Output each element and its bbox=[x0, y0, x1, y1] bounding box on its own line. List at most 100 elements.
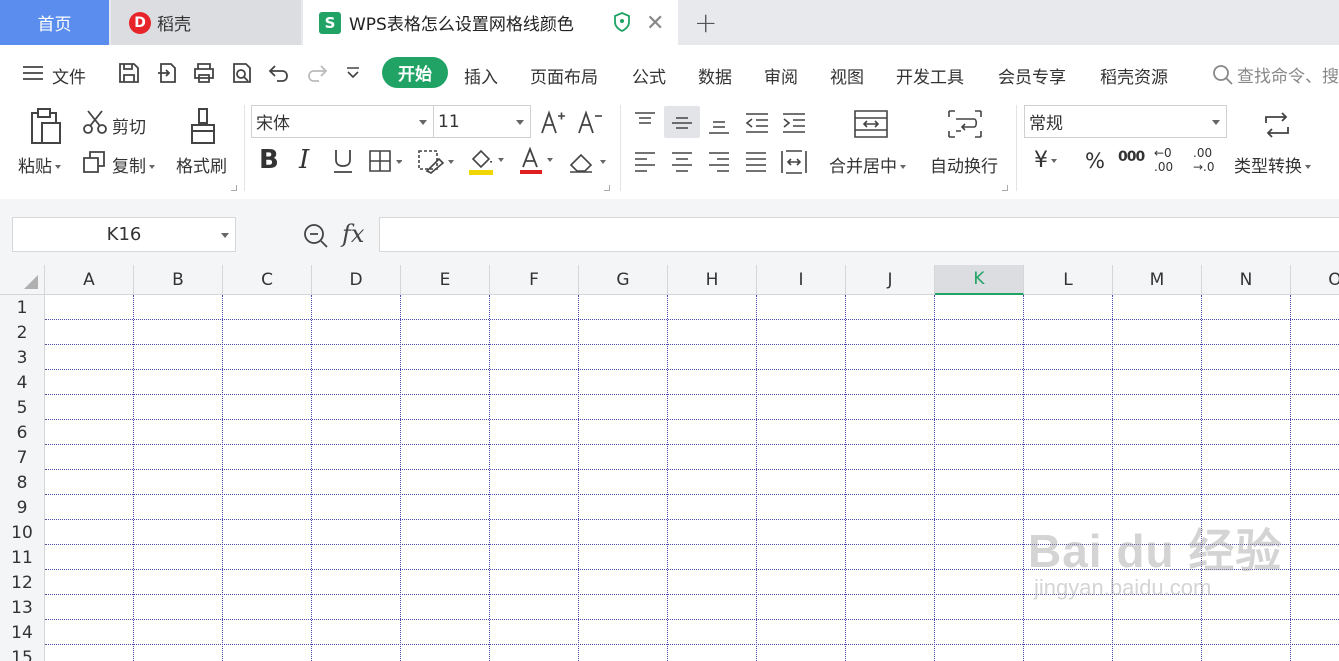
type-convert-dropdown-icon[interactable] bbox=[1305, 165, 1311, 169]
bold-icon[interactable]: B bbox=[259, 145, 279, 175]
align-center-icon[interactable] bbox=[670, 151, 694, 173]
redo-icon[interactable] bbox=[305, 61, 329, 85]
export-pdf-icon[interactable] bbox=[156, 61, 180, 85]
column-header-b[interactable]: B bbox=[134, 265, 223, 295]
print-preview-icon[interactable] bbox=[230, 61, 254, 85]
wrap-text-button[interactable]: 自动换行 bbox=[930, 152, 998, 177]
row-header-1[interactable]: 1 bbox=[0, 295, 45, 320]
row-header-5[interactable]: 5 bbox=[0, 395, 45, 420]
underline-icon[interactable] bbox=[331, 148, 355, 174]
column-header-k[interactable]: K bbox=[935, 265, 1024, 295]
menu-formulas[interactable]: 公式 bbox=[632, 63, 666, 88]
percent-icon[interactable]: % bbox=[1085, 149, 1105, 173]
alignment-group-launcher[interactable] bbox=[1002, 185, 1008, 191]
menu-view[interactable]: 视图 bbox=[830, 63, 864, 88]
menu-insert[interactable]: 插入 bbox=[464, 63, 498, 88]
column-header-g[interactable]: G bbox=[579, 265, 668, 295]
column-header-l[interactable]: L bbox=[1024, 265, 1113, 295]
menu-file[interactable]: 文件 bbox=[52, 63, 86, 88]
number-format-select[interactable]: 常规 bbox=[1024, 105, 1227, 138]
borders-icon[interactable] bbox=[368, 149, 402, 173]
name-box-caret-icon[interactable] bbox=[221, 233, 229, 238]
decrease-decimal-icon[interactable]: .00 →.0 bbox=[1193, 146, 1227, 174]
type-convert-button[interactable]: 类型转换 bbox=[1234, 152, 1311, 177]
row-header-3[interactable]: 3 bbox=[0, 345, 45, 370]
format-painter-icon[interactable] bbox=[188, 107, 218, 145]
column-header-n[interactable]: N bbox=[1202, 265, 1291, 295]
paste-button[interactable]: 粘贴 bbox=[18, 152, 61, 177]
align-right-icon[interactable] bbox=[707, 151, 731, 173]
name-box[interactable]: K16 bbox=[12, 217, 236, 252]
font-name-select[interactable]: 宋体 bbox=[251, 105, 434, 138]
align-middle-button[interactable] bbox=[664, 106, 700, 138]
merge-center-icon[interactable] bbox=[853, 109, 889, 139]
copy-icon[interactable] bbox=[82, 150, 106, 174]
zoom-icon[interactable] bbox=[303, 223, 329, 249]
menu-docer-resources[interactable]: 稻壳资源 bbox=[1100, 63, 1168, 88]
column-header-m[interactable]: M bbox=[1113, 265, 1202, 295]
menu-review[interactable]: 审阅 bbox=[764, 63, 798, 88]
merge-center-dropdown-icon[interactable] bbox=[900, 165, 906, 169]
font-color-icon[interactable] bbox=[518, 147, 558, 177]
row-header-13[interactable]: 13 bbox=[0, 595, 45, 620]
paste-dropdown-icon[interactable] bbox=[55, 165, 61, 169]
column-header-e[interactable]: E bbox=[401, 265, 490, 295]
font-size-select[interactable]: 11 bbox=[433, 105, 531, 138]
menu-page-layout[interactable]: 页面布局 bbox=[530, 63, 598, 88]
thousands-separator-icon[interactable]: 000 bbox=[1118, 149, 1145, 165]
fill-color-icon[interactable] bbox=[467, 147, 507, 177]
copy-button[interactable]: 复制 bbox=[112, 152, 155, 177]
cell-style-icon[interactable] bbox=[417, 149, 455, 175]
align-top-icon[interactable] bbox=[633, 111, 657, 133]
column-header-c[interactable]: C bbox=[223, 265, 312, 295]
font-group-launcher[interactable] bbox=[604, 185, 610, 191]
align-bottom-icon[interactable] bbox=[707, 113, 731, 135]
decrease-font-size-icon[interactable] bbox=[577, 109, 603, 135]
tab-docer[interactable]: D 稻壳 bbox=[111, 0, 301, 45]
row-header-6[interactable]: 6 bbox=[0, 420, 45, 445]
undo-icon[interactable] bbox=[267, 61, 291, 85]
row-header-12[interactable]: 12 bbox=[0, 570, 45, 595]
wrap-text-icon[interactable] bbox=[947, 109, 983, 139]
row-header-2[interactable]: 2 bbox=[0, 320, 45, 345]
column-header-f[interactable]: F bbox=[490, 265, 579, 295]
currency-button[interactable]: ¥ bbox=[1034, 148, 1057, 173]
row-header-7[interactable]: 7 bbox=[0, 445, 45, 470]
row-header-14[interactable]: 14 bbox=[0, 620, 45, 645]
clear-format-icon[interactable] bbox=[567, 149, 609, 175]
decrease-indent-icon[interactable] bbox=[744, 112, 770, 134]
row-header-9[interactable]: 9 bbox=[0, 495, 45, 520]
row-header-11[interactable]: 11 bbox=[0, 545, 45, 570]
save-icon[interactable] bbox=[117, 61, 141, 85]
distributed-align-icon[interactable] bbox=[780, 149, 808, 175]
new-tab-button[interactable]: + bbox=[694, 6, 717, 39]
row-header-4[interactable]: 4 bbox=[0, 370, 45, 395]
row-header-10[interactable]: 10 bbox=[0, 520, 45, 545]
formula-input[interactable] bbox=[379, 217, 1339, 252]
column-header-h[interactable]: H bbox=[668, 265, 757, 295]
select-all-button[interactable] bbox=[0, 265, 45, 295]
cut-button[interactable]: 剪切 bbox=[112, 113, 146, 138]
column-header-a[interactable]: A bbox=[45, 265, 134, 295]
format-painter-button[interactable]: 格式刷 bbox=[176, 152, 227, 177]
menu-data[interactable]: 数据 bbox=[698, 63, 732, 88]
column-header-i[interactable]: I bbox=[757, 265, 846, 295]
fx-icon[interactable]: fx bbox=[342, 220, 364, 248]
currency-dropdown-icon[interactable] bbox=[1051, 159, 1057, 163]
clipboard-group-launcher[interactable] bbox=[231, 185, 237, 191]
increase-indent-icon[interactable] bbox=[781, 112, 807, 134]
tab-active-document[interactable]: S WPS表格怎么设置网格线颜色 ✕ bbox=[303, 0, 678, 45]
close-tab-icon[interactable]: ✕ bbox=[646, 11, 664, 36]
column-header-d[interactable]: D bbox=[312, 265, 401, 295]
merge-center-button[interactable]: 合并居中 bbox=[829, 152, 906, 177]
customize-toolbar-icon[interactable] bbox=[345, 67, 361, 79]
command-search[interactable]: 查找命令、搜 bbox=[1212, 62, 1339, 87]
menu-member-exclusive[interactable]: 会员专享 bbox=[998, 63, 1066, 88]
row-header-15[interactable]: 15 bbox=[0, 645, 45, 661]
hamburger-menu-icon[interactable] bbox=[22, 65, 44, 81]
justify-icon[interactable] bbox=[744, 151, 768, 173]
increase-font-size-icon[interactable] bbox=[540, 109, 566, 135]
copy-dropdown-icon[interactable] bbox=[149, 165, 155, 169]
menu-start[interactable]: 开始 bbox=[382, 57, 448, 88]
type-convert-icon[interactable] bbox=[1262, 109, 1292, 141]
